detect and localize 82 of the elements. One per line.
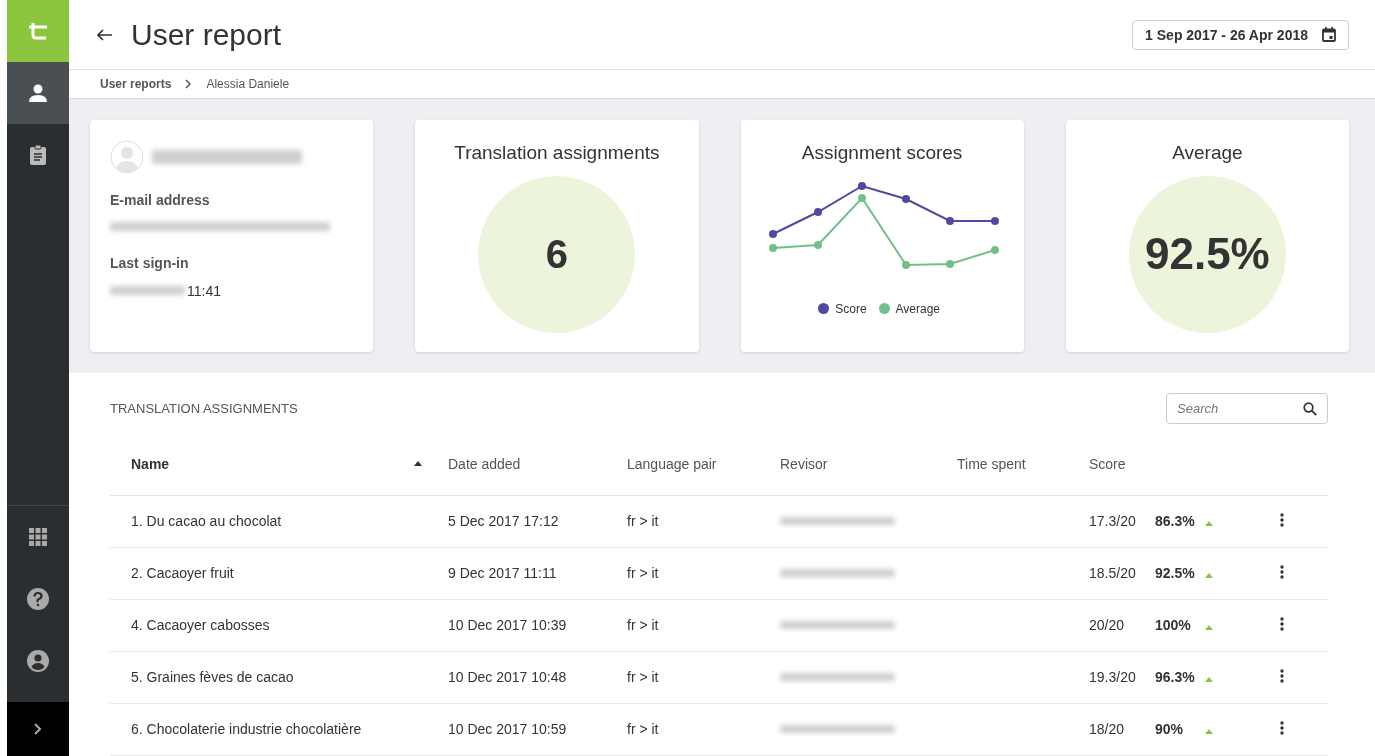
clipboard-icon <box>29 144 47 166</box>
column-header[interactable]: Date added <box>448 456 627 472</box>
data-point <box>990 216 999 225</box>
score-percent: 92.5% <box>1155 565 1196 582</box>
section-title: TRANSLATION ASSIGNMENTS <box>110 401 298 417</box>
table-cell-text: 18.5/20 <box>1089 565 1137 582</box>
assignment-count: 6 <box>545 231 568 277</box>
table-cell-text: 9 Dec 2017 11:11 <box>448 565 558 582</box>
data-point <box>768 243 777 252</box>
table-cell-text: 17.3/20 <box>1089 513 1137 530</box>
apps-icon <box>29 528 47 546</box>
more-options-icon[interactable] <box>1280 565 1284 579</box>
sign-in-time: 11:41 <box>187 282 221 299</box>
trend-up-icon <box>1205 521 1213 527</box>
data-point <box>901 260 910 269</box>
sidebar-item[interactable] <box>7 62 69 124</box>
page-title: User report <box>131 17 282 52</box>
help-icon <box>27 588 49 610</box>
data-point <box>945 216 954 225</box>
assignment-name: 1. Du cacao au chocolat <box>130 513 283 530</box>
table-cell-text: fr > it <box>627 669 660 686</box>
data-point <box>857 181 866 190</box>
card-title: Translation assignments <box>454 141 660 164</box>
breadcrumb-current: Alessia Daniele <box>206 77 290 91</box>
legend-label: Score <box>835 301 867 316</box>
table-cell-text: fr > it <box>627 617 660 634</box>
table-cell-text: fr > it <box>627 513 660 530</box>
data-point <box>990 245 999 254</box>
score-percent: 96.3% <box>1155 669 1196 686</box>
calendar-icon <box>1322 27 1336 43</box>
assignment-name: 2. Cacaoyer fruit <box>130 565 235 582</box>
card-title: Assignment scores <box>801 141 963 164</box>
average-value: 92.5% <box>1145 229 1270 280</box>
score-percent: 100% <box>1155 617 1192 634</box>
legend-label: Average <box>895 301 941 316</box>
more-options-icon[interactable] <box>1280 669 1284 683</box>
card-title: Average <box>1172 141 1243 164</box>
assignment-name: 5. Graines fèves de cacao <box>130 669 295 686</box>
avatar-icon <box>110 139 144 174</box>
person-icon <box>28 83 48 103</box>
table-cell-text: fr > it <box>627 721 660 738</box>
score-percent: 90% <box>1155 721 1185 738</box>
table-cell-text: 20/20 <box>1089 617 1126 634</box>
breadcrumb-link[interactable]: User reports <box>100 77 172 91</box>
search-field[interactable]: Search <box>1166 393 1328 425</box>
table-cell-text: 19.3/20 <box>1089 669 1137 686</box>
column-header[interactable]: Time spent <box>957 456 1089 472</box>
field-label: E-mail address <box>110 191 211 208</box>
search-icon <box>1303 402 1317 417</box>
column-header[interactable]: Name <box>110 456 448 472</box>
field-label: Last sign-in <box>110 254 190 271</box>
table-cell-text: 10 Dec 2017 10:39 <box>448 617 568 634</box>
table-cell-text: 10 Dec 2017 10:48 <box>448 669 568 686</box>
more-options-icon[interactable] <box>1280 513 1284 527</box>
score-percent: 86.3% <box>1155 513 1196 530</box>
data-point <box>857 193 866 202</box>
column-header[interactable]: Language pair <box>627 456 780 472</box>
table-cell-text: fr > it <box>627 565 660 582</box>
table-cell-text: 10 Dec 2017 10:59 <box>448 721 568 738</box>
more-options-icon[interactable] <box>1280 617 1284 631</box>
assignment-name: 4. Cacaoyer cabosses <box>130 617 271 634</box>
trend-up-icon <box>1205 573 1213 579</box>
assignment-name: 6. Chocolaterie industrie chocolatière <box>130 721 363 738</box>
logo-icon <box>27 22 49 40</box>
trend-up-icon <box>1205 625 1213 631</box>
data-point <box>813 207 822 216</box>
data-point <box>945 259 954 268</box>
back-arrow-icon[interactable] <box>97 28 113 41</box>
table-cell-text: 18/20 <box>1089 721 1126 738</box>
data-point <box>813 240 822 249</box>
data-point <box>768 229 777 238</box>
trend-up-icon <box>1205 677 1213 683</box>
more-options-icon[interactable] <box>1280 721 1284 735</box>
data-point <box>901 194 910 203</box>
table-cell-text: 5 Dec 2017 17:12 <box>448 513 560 530</box>
account-icon <box>27 650 49 672</box>
column-header[interactable]: Revisor <box>780 456 957 472</box>
trend-up-icon <box>1205 729 1213 735</box>
column-header[interactable]: Score <box>1089 456 1155 472</box>
chevron-right-icon <box>185 79 193 89</box>
date-range-button[interactable]: 1 Sep 2017 - 26 Apr 2018 <box>1132 19 1349 50</box>
chevron-right-icon <box>34 723 42 735</box>
